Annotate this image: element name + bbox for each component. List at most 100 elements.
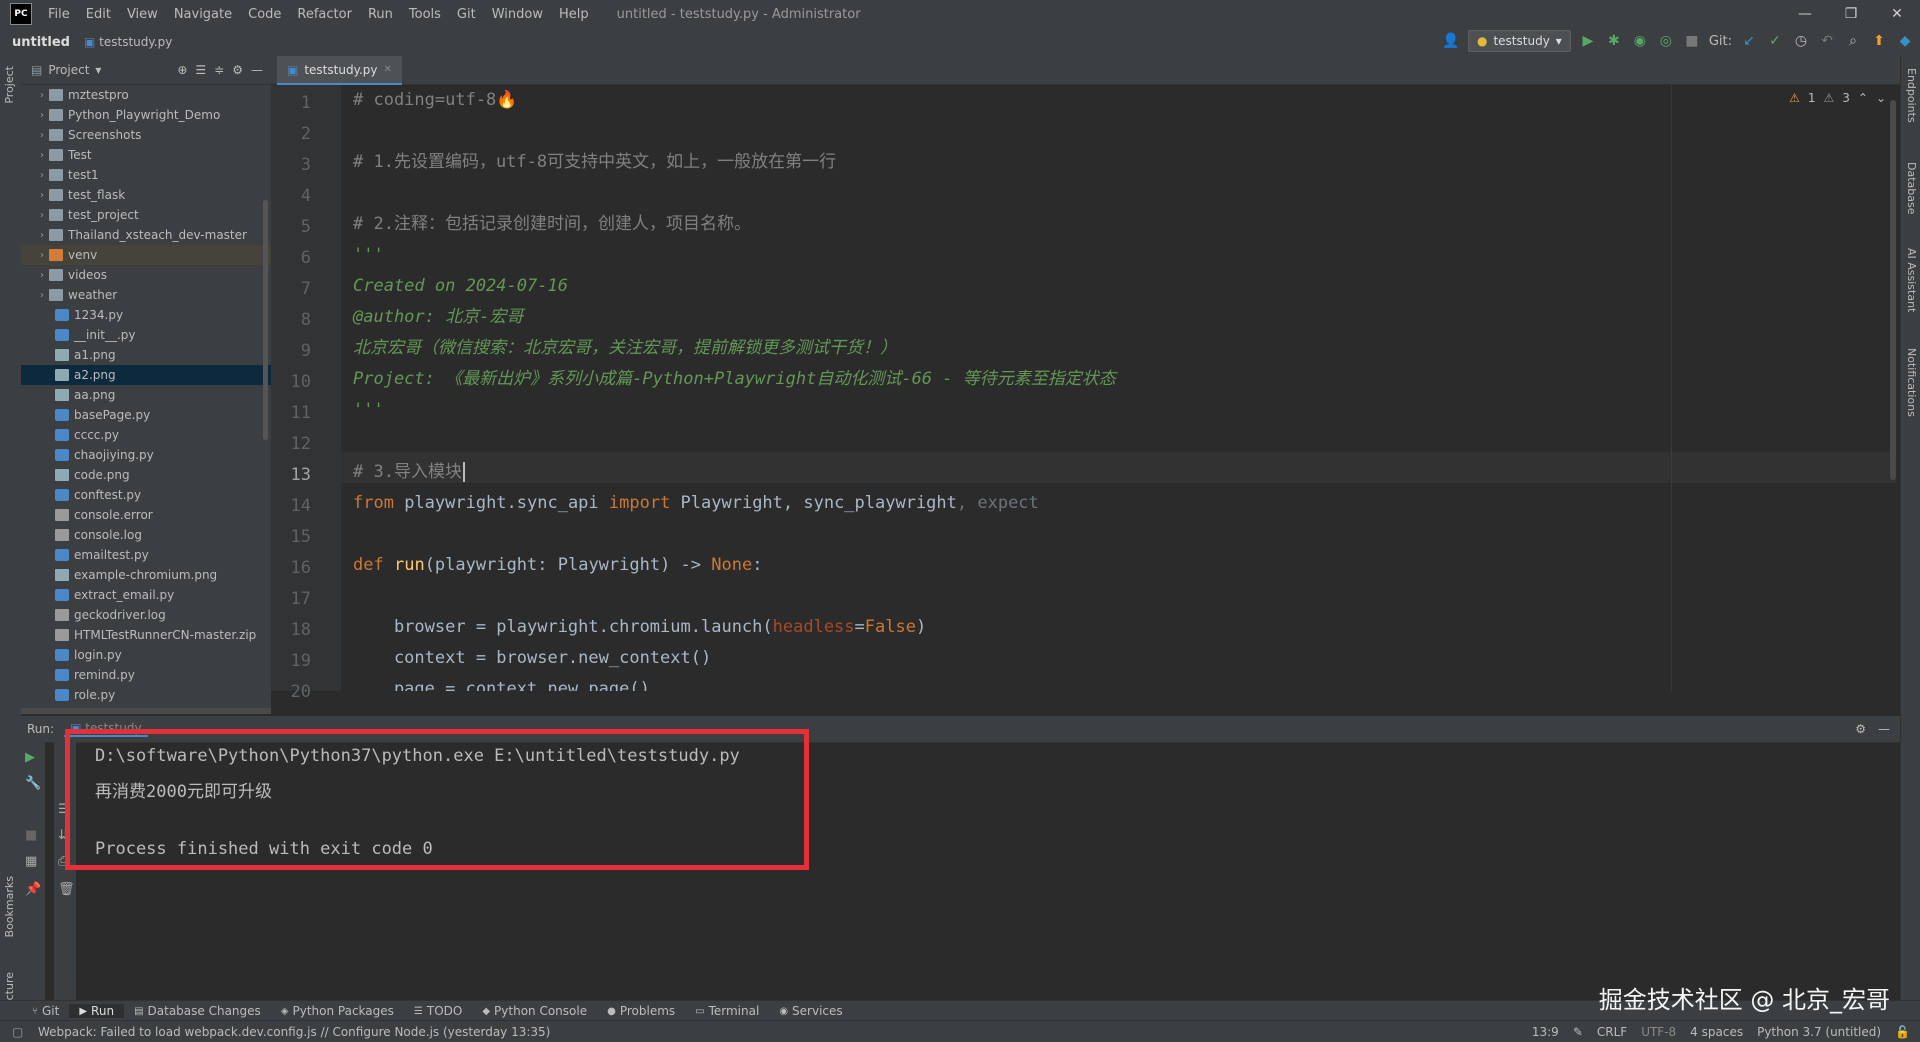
tree-item[interactable]: › videos bbox=[21, 265, 271, 285]
tool-tab-todo[interactable]: ☰ TODO bbox=[404, 1004, 472, 1018]
breadcrumb-file[interactable]: ▣ teststudy.py bbox=[84, 35, 172, 49]
menu-item-refactor[interactable]: Refactor bbox=[289, 7, 360, 22]
trash-icon[interactable]: 🗑 bbox=[58, 882, 75, 897]
tree-item[interactable]: __init__.py bbox=[21, 325, 271, 345]
menu-item-edit[interactable]: Edit bbox=[78, 7, 119, 22]
chevron-right-icon[interactable]: › bbox=[35, 170, 49, 181]
chevron-up-icon[interactable]: ⌃ bbox=[1858, 91, 1868, 105]
bookmarks-tool-button[interactable]: Bookmarks bbox=[3, 876, 16, 937]
chevron-right-icon[interactable]: › bbox=[35, 130, 49, 141]
chevron-right-icon[interactable]: › bbox=[35, 190, 49, 201]
tree-item[interactable]: aa.png bbox=[21, 385, 271, 405]
hide-icon[interactable]: — bbox=[1878, 722, 1890, 736]
close-icon[interactable]: ✕ bbox=[384, 64, 392, 75]
tool-tab-terminal[interactable]: ▭ Terminal bbox=[685, 1004, 769, 1018]
editor-scrollbar[interactable] bbox=[1890, 100, 1896, 480]
chevron-right-icon[interactable]: › bbox=[35, 150, 49, 161]
hide-icon[interactable]: — bbox=[251, 63, 263, 77]
collapse-all-icon[interactable]: ≑ bbox=[214, 63, 224, 77]
chevron-right-icon[interactable]: › bbox=[35, 110, 49, 121]
no-edit-icon[interactable]: ✎ bbox=[1573, 1025, 1583, 1039]
tool-tab-database-changes[interactable]: ▤ Database Changes bbox=[124, 1004, 271, 1018]
coverage-icon[interactable]: ◉ bbox=[1631, 33, 1649, 49]
notifications-tool-button[interactable]: Notifications bbox=[1905, 348, 1918, 417]
close-icon[interactable]: ✕ bbox=[1874, 0, 1920, 28]
project-scrollbar[interactable] bbox=[263, 200, 268, 440]
maximize-icon[interactable]: ❐ bbox=[1828, 0, 1874, 28]
tree-item[interactable]: console.error bbox=[21, 505, 271, 525]
project-tool-button[interactable]: Project bbox=[3, 66, 16, 104]
tree-item[interactable]: code.png bbox=[21, 465, 271, 485]
ai-assistant-tool-button[interactable]: AI Assistant bbox=[1905, 248, 1918, 312]
tool-tab-git[interactable]: ⑂ Git bbox=[22, 1004, 69, 1018]
tree-item[interactable]: › Thailand_xsteach_dev-master bbox=[21, 225, 271, 245]
tree-item[interactable]: › Python_Playwright_Demo bbox=[21, 105, 271, 125]
tree-item[interactable]: › venv bbox=[21, 245, 271, 265]
status-message[interactable]: Webpack: Failed to load webpack.dev.conf… bbox=[38, 1025, 550, 1039]
indent-setting[interactable]: 4 spaces bbox=[1690, 1025, 1743, 1039]
tool-tab-services[interactable]: ◉ Services bbox=[769, 1004, 852, 1018]
git-commit-icon[interactable]: ✓ bbox=[1766, 33, 1784, 49]
expand-all-icon[interactable]: ☰ bbox=[195, 63, 206, 77]
run-config-select[interactable]: ● teststudy ▾ bbox=[1467, 30, 1571, 52]
line-separator[interactable]: CRLF bbox=[1597, 1025, 1627, 1039]
tree-item[interactable]: › Test bbox=[21, 145, 271, 165]
menu-item-navigate[interactable]: Navigate bbox=[166, 7, 240, 22]
tree-item[interactable]: › test_flask bbox=[21, 185, 271, 205]
stop-icon[interactable]: ■ bbox=[1683, 33, 1701, 49]
git-history-icon[interactable]: ◷ bbox=[1792, 33, 1810, 49]
minimize-icon[interactable]: — bbox=[1782, 0, 1828, 28]
tree-item[interactable]: › weather bbox=[21, 285, 271, 305]
tree-item[interactable]: console.log bbox=[21, 525, 271, 545]
stop-icon[interactable]: ■ bbox=[25, 828, 37, 843]
tree-item[interactable]: › Screenshots bbox=[21, 125, 271, 145]
tab-teststudy[interactable]: ▣ teststudy.py ✕ bbox=[277, 56, 402, 86]
user-icon[interactable]: 👤 bbox=[1442, 33, 1460, 49]
status-toggle-icon[interactable]: ▢ bbox=[12, 1025, 23, 1039]
run-icon[interactable]: ▶ bbox=[1579, 33, 1597, 49]
menu-item-tools[interactable]: Tools bbox=[401, 7, 449, 22]
git-update-icon[interactable]: ↙ bbox=[1740, 33, 1758, 49]
file-encoding[interactable]: UTF-8 bbox=[1641, 1025, 1676, 1039]
chevron-right-icon[interactable]: › bbox=[35, 90, 49, 101]
git-rollback-icon[interactable]: ↶ bbox=[1818, 33, 1836, 49]
menu-item-file[interactable]: File bbox=[40, 7, 78, 22]
menu-item-window[interactable]: Window bbox=[484, 7, 551, 22]
tree-item[interactable]: a1.png bbox=[21, 345, 271, 365]
tree-item[interactable]: › test1 bbox=[21, 165, 271, 185]
tree-item[interactable]: › test_project bbox=[21, 205, 271, 225]
tree-item[interactable]: emailtest.py bbox=[21, 545, 271, 565]
chevron-down-icon[interactable]: ⌄ bbox=[1876, 91, 1886, 105]
tree-item[interactable]: chaojiying.py bbox=[21, 445, 271, 465]
menu-item-help[interactable]: Help bbox=[551, 7, 597, 22]
tree-item[interactable]: extract_email.py bbox=[21, 585, 271, 605]
jetbrains-icon[interactable]: ◆ bbox=[1896, 33, 1914, 49]
locate-icon[interactable]: ⊕ bbox=[177, 63, 187, 77]
gear-icon[interactable]: ⚙ bbox=[232, 63, 243, 77]
tree-item[interactable]: remind.py bbox=[21, 665, 271, 685]
inspection-widget[interactable]: ⚠ 1 ⚠ 3 ⌃ ⌄ bbox=[1789, 91, 1886, 105]
tool-tab-python-console[interactable]: ◆ Python Console bbox=[472, 1004, 597, 1018]
tool-tab-problems[interactable]: ● Problems bbox=[597, 1004, 685, 1018]
search-icon[interactable]: ⌕ bbox=[1844, 33, 1862, 49]
gear-icon[interactable]: ⚙ bbox=[1855, 722, 1866, 736]
menu-item-code[interactable]: Code bbox=[240, 7, 289, 22]
chevron-right-icon[interactable]: › bbox=[35, 290, 49, 301]
breadcrumb-project[interactable]: untitled bbox=[12, 35, 70, 50]
endpoints-tool-button[interactable]: Endpoints bbox=[1905, 68, 1918, 123]
menu-item-run[interactable]: Run bbox=[360, 7, 401, 22]
tree-item[interactable]: › mztestpro bbox=[21, 85, 271, 105]
wrench-icon[interactable]: 🔧 bbox=[25, 776, 41, 791]
tool-tab-python-packages[interactable]: ◈ Python Packages bbox=[271, 1004, 404, 1018]
lock-icon[interactable]: 🔓 bbox=[1895, 1025, 1910, 1039]
chevron-down-icon[interactable]: ▾ bbox=[95, 63, 101, 77]
chevron-right-icon[interactable]: › bbox=[35, 270, 49, 281]
tree-item[interactable]: login.py bbox=[21, 645, 271, 665]
tree-item[interactable]: role.py bbox=[21, 685, 271, 705]
layout-icon[interactable]: ▦ bbox=[25, 854, 37, 869]
pin-icon[interactable]: 📌 bbox=[25, 882, 41, 897]
updates-icon[interactable]: ⬆ bbox=[1870, 33, 1888, 49]
project-horizontal-scrollbar[interactable] bbox=[21, 708, 271, 714]
tree-item[interactable]: cccc.py bbox=[21, 425, 271, 445]
python-interpreter[interactable]: Python 3.7 (untitled) bbox=[1757, 1025, 1881, 1039]
